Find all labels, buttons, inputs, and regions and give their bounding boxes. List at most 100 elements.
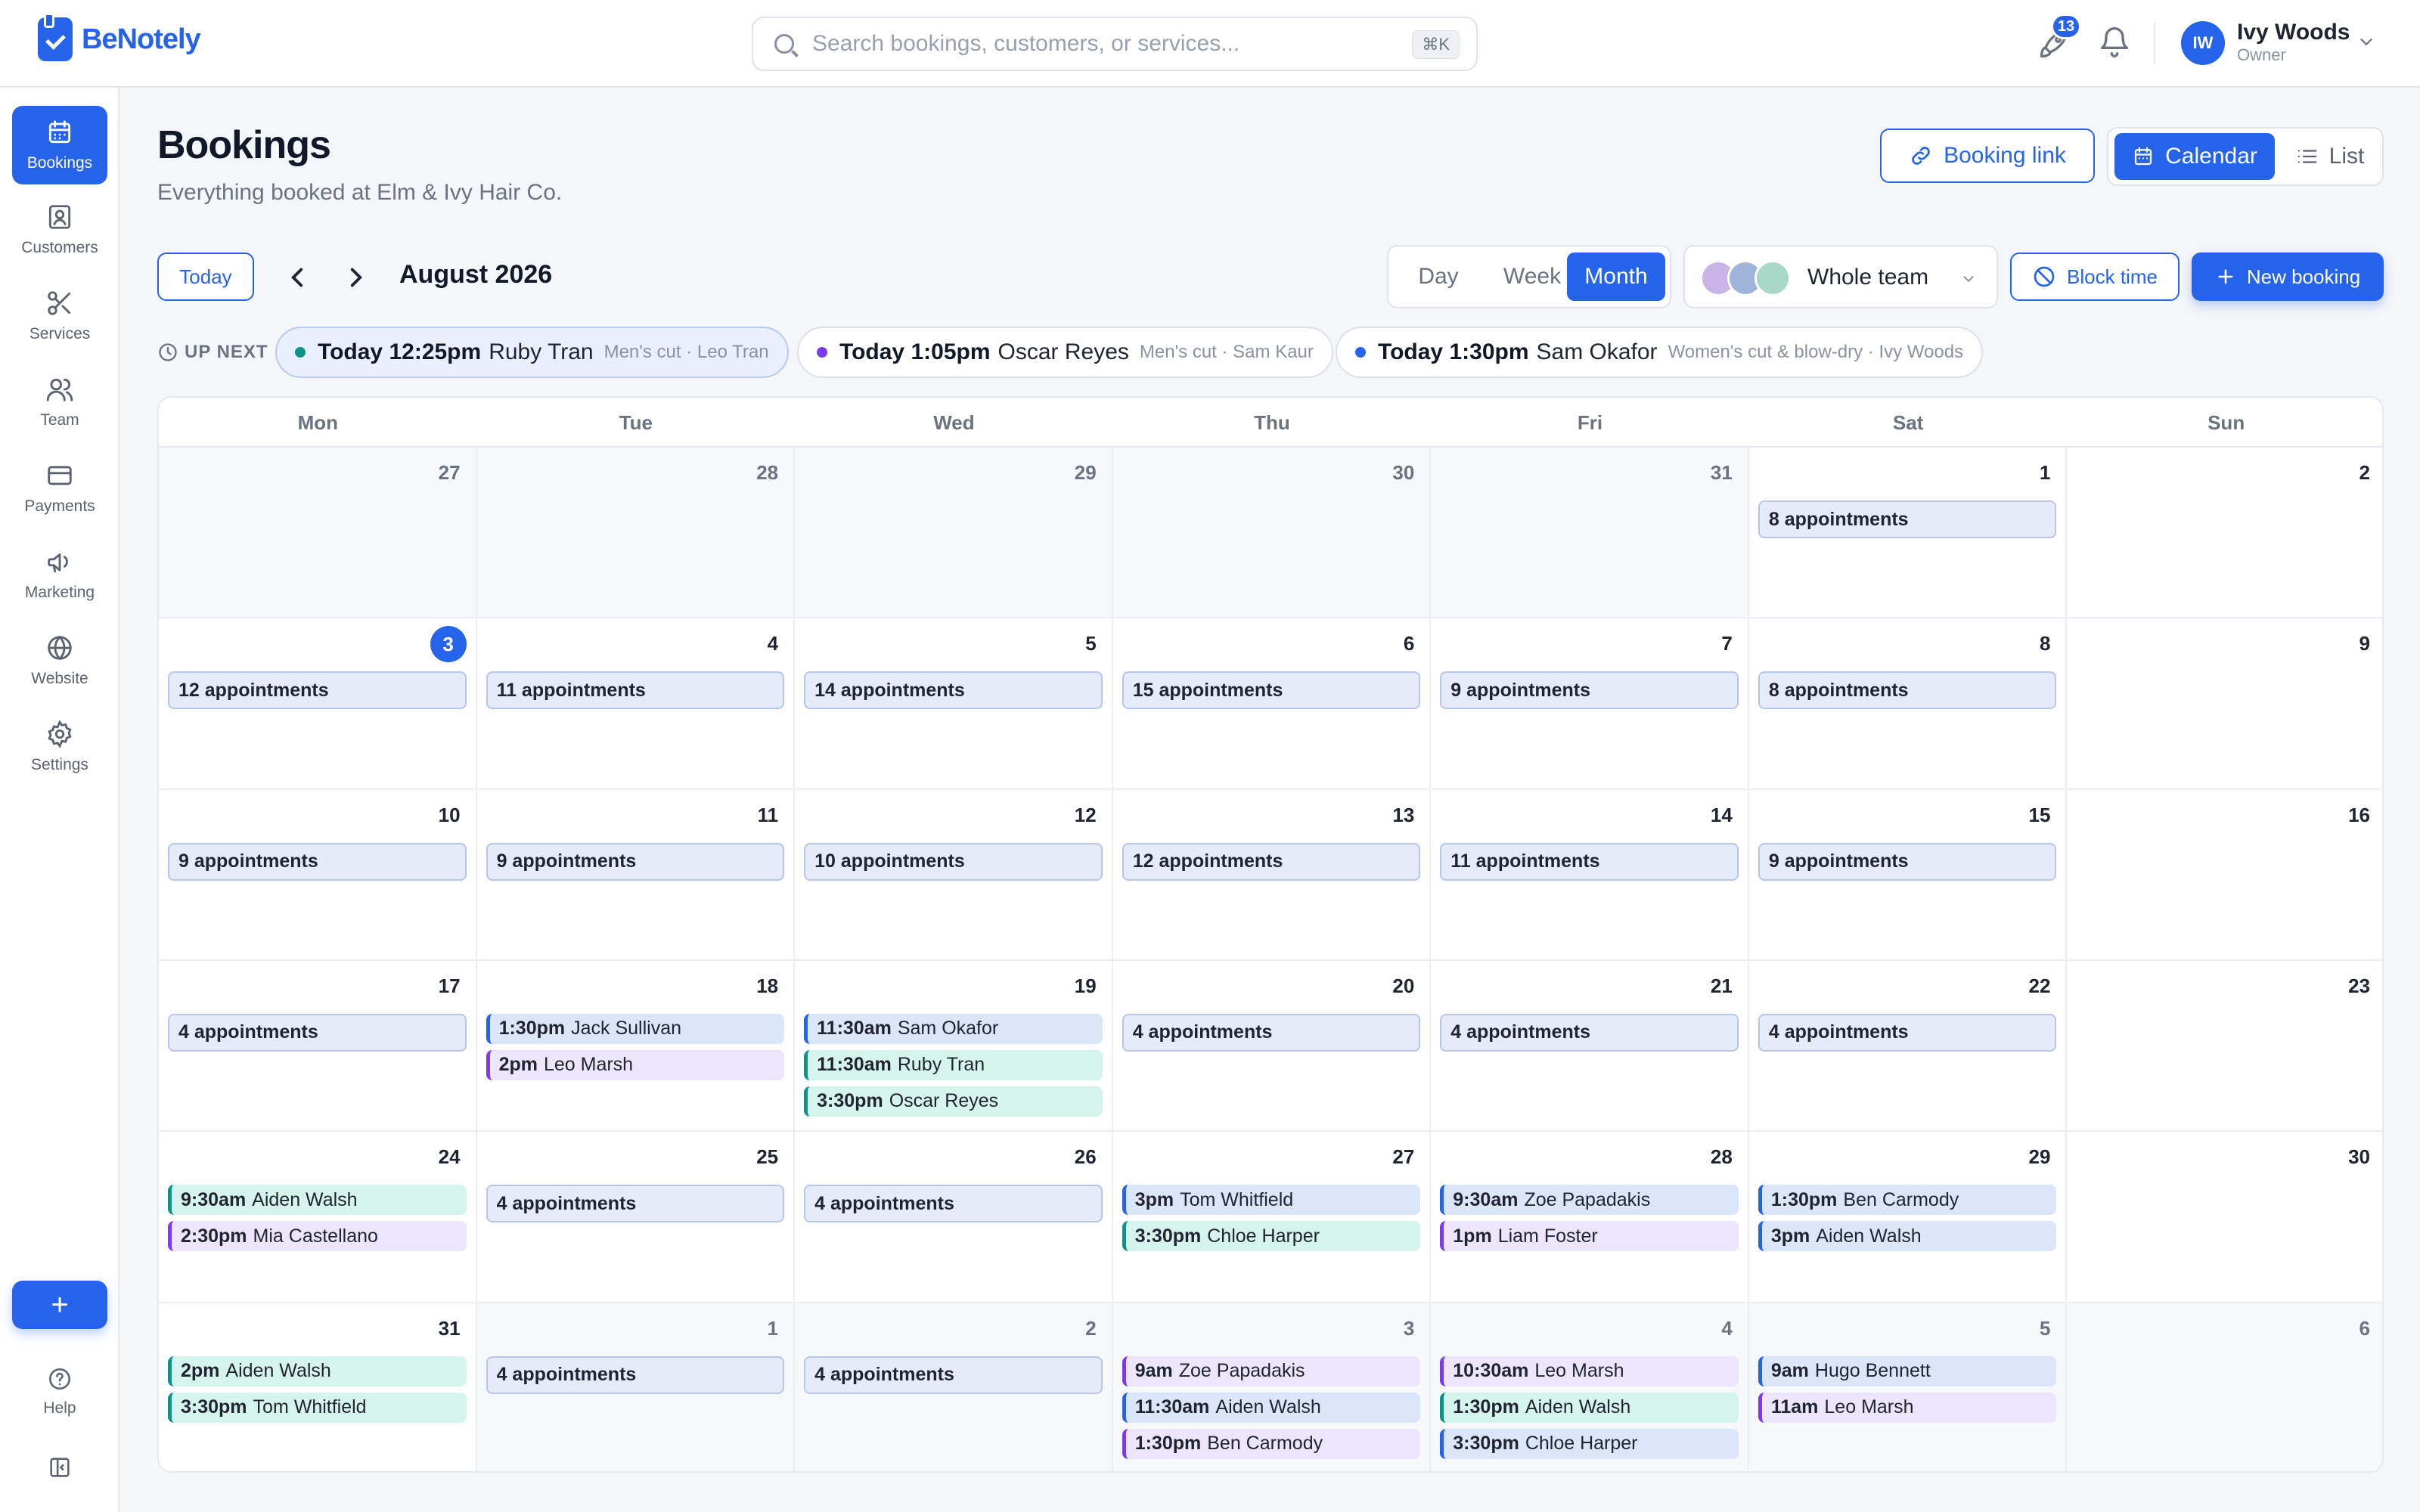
up-next-chip[interactable]: Today 12:25pm Ruby Tran Men's cut · Leo Tr…: [275, 327, 789, 378]
calendar-day-cell[interactable]: 4 11 appointments: [476, 618, 796, 790]
appointment-event[interactable]: 3:30pm Tom Whitfield: [168, 1392, 467, 1423]
appointment-event[interactable]: 2pm Aiden Walsh: [168, 1356, 467, 1387]
appointment-event[interactable]: 11am Leo Marsh: [1758, 1392, 2057, 1423]
appointment-event[interactable]: 11:30am Sam Okafor: [804, 1013, 1103, 1044]
appointment-event[interactable]: 2pm Leo Marsh: [486, 1049, 785, 1080]
today-button[interactable]: Today: [157, 253, 254, 301]
calendar-day-cell[interactable]: 11 9 appointments: [476, 789, 796, 961]
appointment-count-chip[interactable]: 4 appointments: [804, 1356, 1103, 1394]
list-view-button[interactable]: List: [2282, 133, 2378, 180]
appointment-event[interactable]: 9am Zoe Papadakis: [1122, 1356, 1421, 1387]
appointment-count-chip[interactable]: 4 appointments: [804, 1185, 1103, 1223]
calendar-day-cell[interactable]: 23: [2067, 961, 2382, 1132]
appointment-event[interactable]: 1pm Liam Foster: [1440, 1221, 1739, 1252]
appointment-count-chip[interactable]: 4 appointments: [486, 1185, 785, 1223]
calendar-day-cell[interactable]: 2 4 appointments: [795, 1303, 1113, 1471]
calendar-day-cell[interactable]: 17 4 appointments: [159, 960, 477, 1132]
appointment-count-chip[interactable]: 9 appointments: [168, 842, 467, 881]
appointment-event[interactable]: 2:30pm Mia Castellano: [168, 1221, 467, 1252]
calendar-day-cell[interactable]: 8 8 appointments: [1748, 618, 2068, 790]
search-bar[interactable]: ⌘K: [752, 17, 1478, 71]
appointment-count-chip[interactable]: 4 appointments: [168, 1013, 467, 1052]
up-next-chip[interactable]: Today 1:05pm Oscar Reyes Men's cut · Sam K…: [797, 327, 1333, 378]
appointment-count-chip[interactable]: 15 appointments: [1122, 671, 1421, 710]
appointment-event[interactable]: 3:30pm Chloe Harper: [1440, 1428, 1739, 1459]
appointment-count-chip[interactable]: 9 appointments: [1440, 671, 1739, 710]
calendar-day-cell[interactable]: 19 11:30am Sam Okafor 11:30am Ruby Tran 3:30p…: [795, 960, 1113, 1132]
calendar-day-cell[interactable]: 1 4 appointments: [476, 1303, 796, 1471]
appointment-count-chip[interactable]: 11 appointments: [1440, 842, 1739, 881]
appointment-count-chip[interactable]: 11 appointments: [486, 671, 785, 710]
sidebar-item-team[interactable]: Team: [12, 363, 107, 442]
calendar-day-cell[interactable]: 26 4 appointments: [795, 1132, 1113, 1303]
appointment-event[interactable]: 1:30pm Jack Sullivan: [486, 1013, 785, 1044]
appointment-count-chip[interactable]: 4 appointments: [1440, 1013, 1739, 1052]
app-logo[interactable]: BeNotely: [38, 13, 201, 62]
calendar-day-cell[interactable]: 27 3pm Tom Whitfield 3:30pm Chloe Harper: [1112, 1132, 1432, 1303]
calendar-day-cell[interactable]: 31: [1431, 448, 1749, 619]
appointment-event[interactable]: 1:30pm Ben Carmody: [1758, 1185, 2057, 1216]
chevron-down-icon[interactable]: [2358, 33, 2375, 50]
appointment-count-chip[interactable]: 14 appointments: [804, 671, 1103, 710]
calendar-day-cell[interactable]: 1 8 appointments: [1748, 448, 2068, 619]
appointment-event[interactable]: 11:30am Aiden Walsh: [1122, 1392, 1421, 1423]
chevron-right-icon[interactable]: [340, 262, 372, 293]
appointment-event[interactable]: 1:30pm Ben Carmody: [1122, 1428, 1421, 1459]
bell-icon[interactable]: [2098, 26, 2131, 59]
range-week-button[interactable]: Week: [1485, 253, 1579, 301]
search-input[interactable]: [812, 31, 1387, 57]
appointment-event[interactable]: 9:30am Zoe Papadakis: [1440, 1185, 1739, 1216]
calendar-day-cell[interactable]: 2: [2067, 448, 2382, 619]
appointment-event[interactable]: 9:30am Aiden Walsh: [168, 1185, 467, 1216]
appointment-count-chip[interactable]: 4 appointments: [1758, 1013, 2057, 1052]
block-time-button[interactable]: Block time: [2010, 253, 2180, 301]
appointment-event[interactable]: 1:30pm Aiden Walsh: [1440, 1392, 1739, 1423]
calendar-day-cell[interactable]: 5 14 appointments: [795, 618, 1113, 790]
calendar-day-cell[interactable]: 24 9:30am Aiden Walsh 2:30pm Mia Castellano: [159, 1132, 477, 1303]
calendar-day-cell[interactable]: 5 9am Hugo Bennett 11am Leo Marsh: [1748, 1303, 2068, 1471]
booking-link-button[interactable]: Booking link: [1880, 129, 2095, 183]
appointment-count-chip[interactable]: 8 appointments: [1758, 671, 2057, 710]
calendar-day-cell[interactable]: 3 12 appointments: [159, 618, 477, 790]
sidebar-item-settings[interactable]: Settings: [12, 708, 107, 786]
range-day-button[interactable]: Day: [1396, 253, 1481, 301]
sidebar-item-services[interactable]: Services: [12, 277, 107, 355]
sidebar-item-payments[interactable]: Payments: [12, 449, 107, 528]
quick-add-button[interactable]: +: [12, 1281, 107, 1329]
calendar-day-cell[interactable]: 28 9:30am Zoe Papadakis 1pm Liam Foster: [1431, 1132, 1749, 1303]
calendar-day-cell[interactable]: 7 9 appointments: [1431, 618, 1749, 790]
calendar-day-cell[interactable]: 30: [1112, 448, 1432, 619]
collapse-sidebar-icon[interactable]: [47, 1455, 73, 1480]
user-name[interactable]: Ivy Woods: [2237, 20, 2350, 45]
appointment-count-chip[interactable]: 8 appointments: [1758, 500, 2057, 538]
calendar-day-cell[interactable]: 12 10 appointments: [795, 789, 1113, 961]
calendar-day-cell[interactable]: 31 2pm Aiden Walsh 3:30pm Tom Whitfield: [159, 1303, 477, 1471]
range-month-button[interactable]: Month: [1567, 253, 1665, 301]
appointment-count-chip[interactable]: 9 appointments: [486, 842, 785, 881]
calendar-day-cell[interactable]: 29 1:30pm Ben Carmody 3pm Aiden Walsh: [1748, 1132, 2068, 1303]
appointment-count-chip[interactable]: 4 appointments: [486, 1356, 785, 1394]
team-filter-select[interactable]: Whole team: [1683, 245, 1998, 308]
calendar-day-cell[interactable]: 30: [2067, 1132, 2382, 1303]
calendar-day-cell[interactable]: 9: [2067, 618, 2382, 790]
appointment-event[interactable]: 3pm Tom Whitfield: [1122, 1185, 1421, 1216]
calendar-day-cell[interactable]: 25 4 appointments: [476, 1132, 796, 1303]
calendar-day-cell[interactable]: 13 12 appointments: [1112, 789, 1432, 961]
appointment-event[interactable]: 3pm Aiden Walsh: [1758, 1221, 2057, 1252]
up-next-chip[interactable]: Today 1:30pm Sam Okafor Women's cut & blow…: [1336, 327, 1984, 378]
appointment-count-chip[interactable]: 9 appointments: [1758, 842, 2057, 881]
appointment-event[interactable]: 3:30pm Chloe Harper: [1122, 1221, 1421, 1252]
calendar-day-cell[interactable]: 21 4 appointments: [1431, 960, 1749, 1132]
appointment-count-chip[interactable]: 12 appointments: [168, 671, 467, 710]
appointment-event[interactable]: 10:30am Leo Marsh: [1440, 1356, 1739, 1387]
calendar-day-cell[interactable]: 6 15 appointments: [1112, 618, 1432, 790]
calendar-day-cell[interactable]: 20 4 appointments: [1112, 960, 1432, 1132]
sidebar-item-website[interactable]: Website: [12, 621, 107, 700]
sidebar-item-bookings[interactable]: Bookings: [12, 106, 107, 184]
appointment-count-chip[interactable]: 12 appointments: [1122, 842, 1421, 881]
calendar-day-cell[interactable]: 29: [795, 448, 1113, 619]
calendar-day-cell[interactable]: 14 11 appointments: [1431, 789, 1749, 961]
appointment-event[interactable]: 9am Hugo Bennett: [1758, 1356, 2057, 1387]
calendar-day-cell[interactable]: 16: [2067, 790, 2382, 961]
calendar-day-cell[interactable]: 10 9 appointments: [159, 789, 477, 961]
